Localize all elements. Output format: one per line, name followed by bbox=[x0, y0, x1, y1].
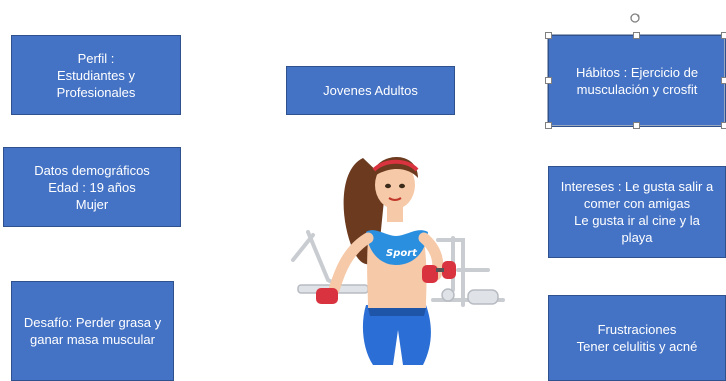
shirt-text: Sport bbox=[386, 248, 418, 259]
interests-line-2: comer con amigas bbox=[583, 196, 691, 211]
resize-handle-bottom-right[interactable] bbox=[721, 122, 726, 129]
resize-handle-top-right[interactable] bbox=[721, 32, 726, 39]
demographics-box[interactable]: Datos demográficos Edad : 19 años Mujer bbox=[3, 147, 181, 227]
habits-line-1: Hábitos : Ejercicio de bbox=[575, 65, 699, 80]
resize-handle-top-left[interactable] bbox=[545, 32, 552, 39]
resize-handle-top[interactable] bbox=[633, 32, 640, 39]
profile-line-1: Perfil : bbox=[77, 50, 115, 66]
interests-line-4: playa bbox=[621, 230, 653, 245]
rotate-handle-icon[interactable] bbox=[629, 12, 641, 24]
resize-handle-bottom-left[interactable] bbox=[545, 122, 552, 129]
young-adults-line-1: Jovenes Adultos bbox=[323, 83, 418, 98]
demographics-line-2: Edad : 19 años bbox=[48, 179, 136, 195]
habits-box[interactable]: Hábitos : Ejercicio de musculación y cro… bbox=[548, 35, 726, 127]
profile-line-2: Estudiantes y bbox=[56, 67, 136, 83]
interests-line-3: Le gusta ir al cine y la bbox=[574, 213, 700, 228]
frustrations-line-1: Frustraciones bbox=[597, 322, 677, 337]
interests-box[interactable]: Intereses : Le gusta salir a comer con a… bbox=[548, 166, 726, 258]
young-adults-box[interactable]: Jovenes Adultos bbox=[286, 66, 455, 115]
demographics-line-3: Mujer bbox=[75, 196, 109, 212]
interests-line-1: Intereses : Le gusta salir a bbox=[560, 179, 714, 194]
resize-handle-right[interactable] bbox=[721, 77, 726, 84]
challenge-line-2: ganar masa muscular bbox=[29, 332, 155, 347]
challenge-line-1: Desafío: Perder grasa y bbox=[23, 315, 162, 330]
demographics-line-1: Datos demográficos bbox=[34, 162, 150, 178]
frustrations-line-2: Tener celulitis y acné bbox=[576, 339, 698, 354]
profile-box[interactable]: Perfil : Estudiantes y Profesionales bbox=[11, 35, 181, 115]
frustrations-box[interactable]: Frustraciones Tener celulitis y acné bbox=[548, 295, 726, 381]
resize-handle-bottom[interactable] bbox=[633, 122, 640, 129]
profile-line-3: Profesionales bbox=[56, 84, 136, 100]
resize-handle-left[interactable] bbox=[545, 77, 552, 84]
fitness-woman-illustration-icon[interactable]: Sport bbox=[268, 140, 518, 381]
challenge-box[interactable]: Desafío: Perder grasa y ganar masa muscu… bbox=[11, 281, 174, 381]
habits-line-2: musculación y crosfit bbox=[576, 82, 698, 97]
